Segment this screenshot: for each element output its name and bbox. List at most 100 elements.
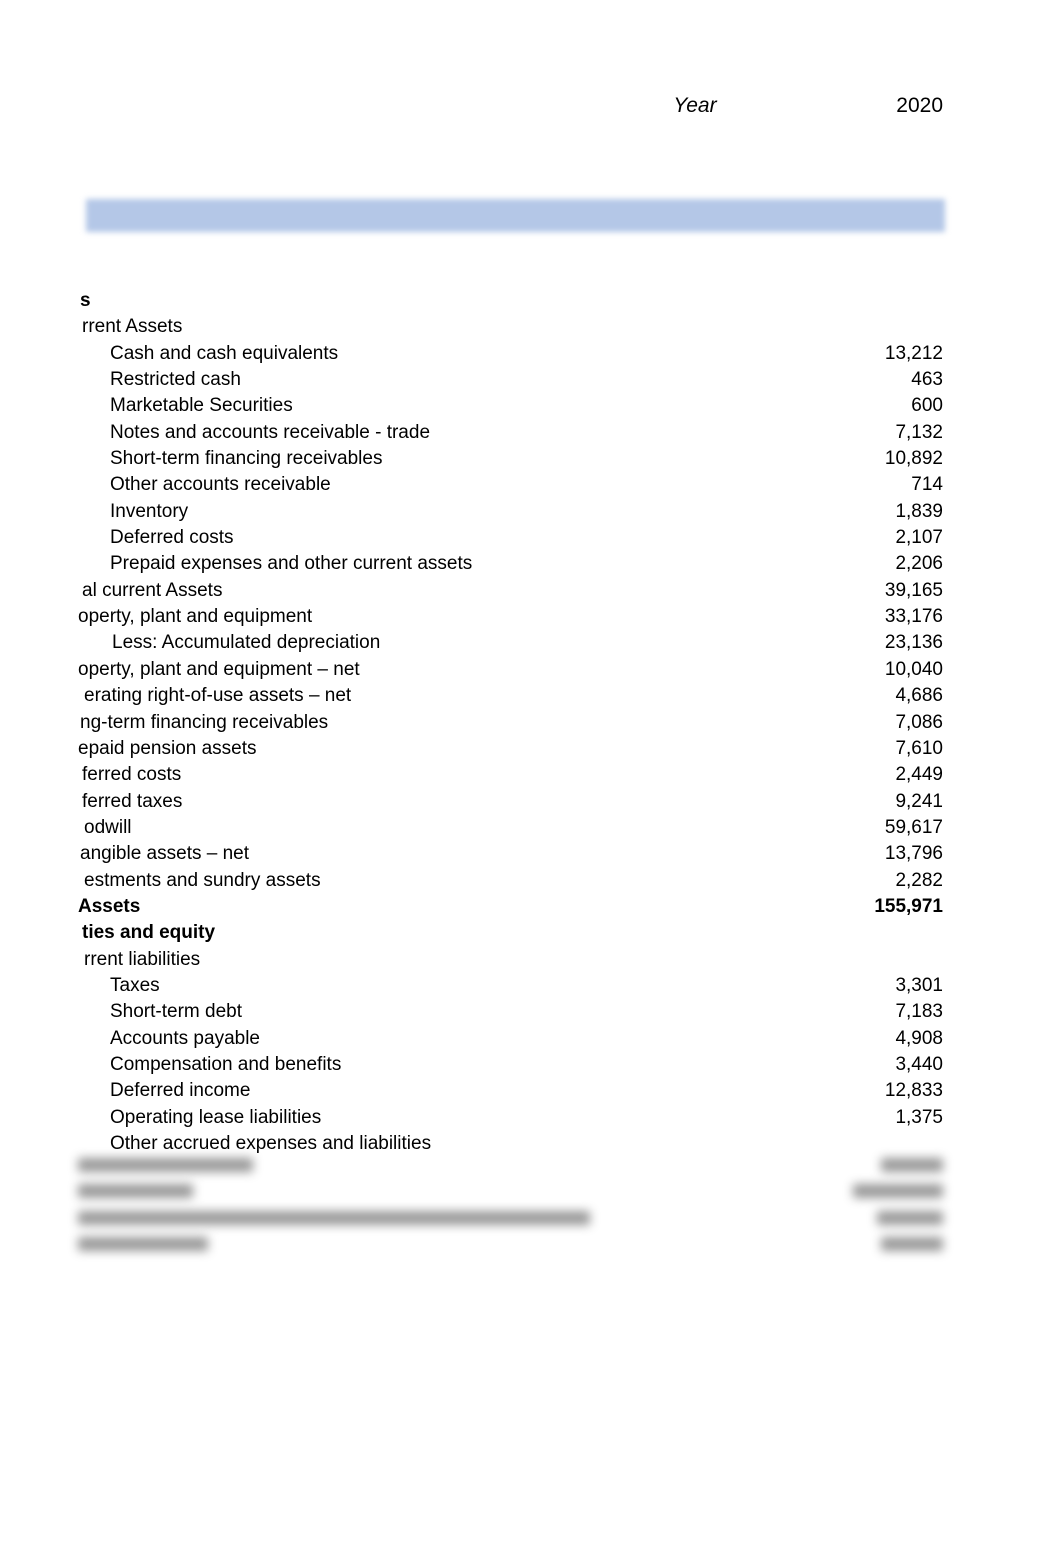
row-value: 3,440 [895,1053,943,1075]
row-label: Prepaid expenses and other current asset… [110,553,473,575]
table-row: al current Assets 39,165 [0,578,1062,604]
row-value: 7,086 [895,711,943,733]
table-row: ties and equity [0,920,1062,946]
row-value: 7,610 [895,737,943,759]
row-value: 10,892 [884,448,943,470]
row-label: Notes and accounts receivable - trade [110,421,431,443]
row-label: erating right-of-use assets – net [84,685,352,707]
row-value: 7,132 [895,421,943,443]
row-label: ties and equity [82,922,216,944]
row-label: Deferred income [110,1080,251,1102]
row-value: 2,282 [895,869,943,891]
table-row: Operating lease liabilities 1,375 [0,1105,1062,1131]
row-label: rrent liabilities [84,948,201,970]
row-label: Operating lease liabilities [110,1106,322,1128]
row-value: 3,301 [895,974,943,996]
row-label: operty, plant and equipment [78,606,313,628]
row-label: Less: Accumulated depreciation [112,632,381,654]
sheet-header: Year 2020 [0,90,1062,122]
row-label: operty, plant and equipment – net [78,658,360,680]
row-label: Inventory [110,500,189,522]
row-label: odwill [84,816,132,838]
row-value: 2,107 [895,527,943,549]
table-row: angible assets – net 13,796 [0,841,1062,867]
row-value: 7,183 [895,1001,943,1023]
row-value [700,288,943,314]
row-label: Other accounts receivable [110,474,331,496]
table-row: erating right-of-use assets – net 4,686 [0,683,1062,709]
row-value: 23,136 [884,632,943,654]
table-row: s [0,288,1062,314]
illegible-label [78,1184,193,1199]
row-label: Restricted cash [110,369,241,391]
row-value [700,920,943,946]
illegible-row [0,1152,1062,1178]
row-value [700,314,943,340]
table-row: ferred costs 2,449 [0,762,1062,788]
row-value: 463 [911,369,943,391]
illegible-label [78,1158,253,1172]
table-row: Assets 155,971 [0,894,1062,920]
row-value: 12,833 [884,1080,943,1102]
row-value [700,947,943,973]
table-row: Other accounts receivable 714 [0,472,1062,498]
year-column-label: Year [673,94,717,117]
row-value: 1,839 [895,500,943,522]
table-row: Short-term debt 7,183 [0,999,1062,1025]
row-value: 2,206 [895,553,943,575]
table-row: Notes and accounts receivable - trade 7,1… [0,420,1062,446]
table-row: estments and sundry assets 2,282 [0,868,1062,894]
table-row: Deferred costs 2,107 [0,525,1062,551]
balance-sheet-table: s rrent Assets Cash and cash equivalents 13… [0,288,1062,1157]
row-value: 1,375 [895,1106,943,1128]
illegible-value [881,1158,943,1172]
table-row: Taxes 3,301 [0,973,1062,999]
row-value: 714 [911,474,943,496]
row-label: Taxes [110,974,160,996]
row-label: Marketable Securities [110,395,293,417]
row-label: Compensation and benefits [110,1053,342,1075]
row-label: ng-term financing receivables [80,711,329,733]
table-row: ng-term financing receivables 7,086 [0,710,1062,736]
illegible-row [0,1178,1062,1204]
row-value: 13,796 [884,843,943,865]
table-row: rrent liabilities [0,947,1062,973]
row-value: 9,241 [895,790,943,812]
row-label: ferred taxes [82,790,183,812]
illegible-row [0,1205,1062,1231]
row-value: 59,617 [884,816,943,838]
table-row: rrent Assets [0,314,1062,340]
row-label: angible assets – net [80,843,250,865]
row-label: Accounts payable [110,1027,260,1049]
table-row: Marketable Securities 600 [0,393,1062,419]
illegible-bottom-rows [0,1152,1062,1264]
row-value: 155,971 [874,895,943,917]
row-value: 10,040 [884,658,943,680]
table-row: Short-term financing receivables 10,892 [0,446,1062,472]
row-value: 39,165 [884,579,943,601]
highlighted-title-band [86,199,945,232]
row-value: 4,908 [895,1027,943,1049]
illegible-label [78,1210,590,1225]
table-row: Prepaid expenses and other current asset… [0,551,1062,577]
table-row: Cash and cash equivalents 13,212 [0,341,1062,367]
illegible-value [877,1210,943,1225]
row-label: epaid pension assets [78,737,257,759]
row-value: 2,449 [895,764,943,786]
table-row: odwill 59,617 [0,815,1062,841]
row-label: s [80,290,91,311]
row-value: 33,176 [884,606,943,628]
table-row: Accounts payable 4,908 [0,1026,1062,1052]
table-row: Restricted cash 463 [0,367,1062,393]
table-row: operty, plant and equipment – net 10,040 [0,657,1062,683]
table-row: ferred taxes 9,241 [0,789,1062,815]
row-label: Short-term financing receivables [110,448,383,470]
row-value: 4,686 [895,685,943,707]
table-row: operty, plant and equipment 33,176 [0,604,1062,630]
year-column-value: 2020 [896,94,943,117]
row-label: Deferred costs [110,527,234,549]
row-label: estments and sundry assets [84,869,321,891]
illegible-label [78,1237,208,1252]
table-row: Compensation and benefits 3,440 [0,1052,1062,1078]
row-label: ferred costs [82,764,182,786]
